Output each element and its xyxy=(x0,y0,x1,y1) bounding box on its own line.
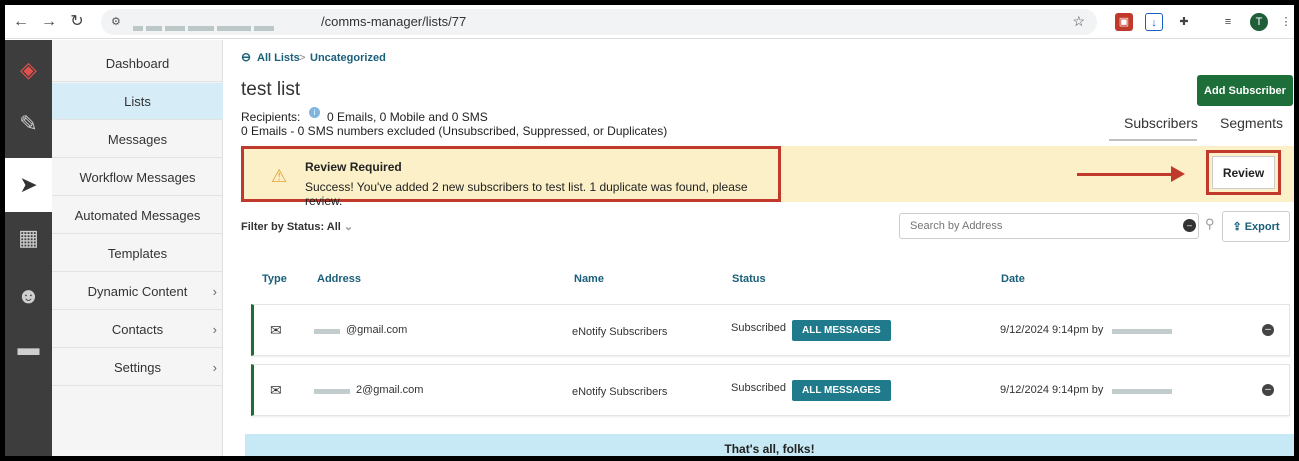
media-icon[interactable]: ≡ xyxy=(1219,13,1237,31)
breadcrumb-separator: > xyxy=(299,52,306,64)
feather-icon[interactable]: ✎ xyxy=(5,104,52,144)
highlight-box: ⚠ Review Required Success! You've added … xyxy=(241,146,781,208)
column-header-date[interactable]: Date xyxy=(1001,273,1025,285)
people-icon[interactable]: ☻ xyxy=(5,276,52,316)
sidebar-item-dashboard[interactable]: Dashboard xyxy=(52,45,223,82)
alert-message: Success! You've added 2 new subscribers … xyxy=(305,180,748,208)
annotation-arrow xyxy=(1077,173,1177,176)
end-of-list-message: That's all, folks! xyxy=(245,434,1294,456)
column-header-status[interactable]: Status xyxy=(732,273,766,285)
table-row[interactable]: ✉ 2@gmail.com eNotify Subscribers Subscr… xyxy=(251,364,1290,416)
recipients-label: Recipients: xyxy=(241,110,301,124)
recipients-value: 0 Emails, 0 Mobile and 0 SMS xyxy=(327,110,488,124)
export-button[interactable]: ⇪ Export xyxy=(1222,211,1290,242)
active-tab-indicator xyxy=(1109,139,1197,141)
screen: ← → ↻ ⚙ /comms-manager/lists/77 ☆ ▣ ↓ ✚ … xyxy=(5,5,1294,456)
sidebar-item-workflow-messages[interactable]: Workflow Messages xyxy=(52,159,223,196)
logo-icon[interactable]: ◈ xyxy=(5,50,52,90)
chevron-right-icon: › xyxy=(212,284,217,299)
subscriber-date: 9/12/2024 9:14pm by xyxy=(1000,384,1104,396)
sidebar-item-contacts[interactable]: Contacts › xyxy=(52,311,223,348)
reload-icon[interactable]: ↻ xyxy=(67,12,87,32)
table-row[interactable]: ✉ @gmail.com eNotify Subscribers Subscri… xyxy=(251,304,1290,356)
add-subscriber-button[interactable]: Add Subscriber xyxy=(1197,75,1293,106)
star-icon[interactable]: ☆ xyxy=(1072,13,1085,30)
review-highlight: Review xyxy=(1206,150,1281,195)
breadcrumb-current[interactable]: Uncategorized xyxy=(310,52,386,64)
subscriber-date: 9/12/2024 9:14pm by xyxy=(1000,324,1104,336)
annotation-arrowhead xyxy=(1171,166,1185,182)
remove-icon[interactable]: – xyxy=(1262,324,1274,336)
review-button[interactable]: Review xyxy=(1212,156,1275,189)
puzzle-icon[interactable]: ✚ xyxy=(1175,13,1193,31)
tab-segments[interactable]: Segments xyxy=(1220,115,1283,131)
subscriber-address: @gmail.com xyxy=(346,324,408,336)
sidebar-item-dynamic-content[interactable]: Dynamic Content › xyxy=(52,273,223,310)
chevron-right-icon: › xyxy=(212,322,217,337)
column-header-type[interactable]: Type xyxy=(262,273,287,285)
subscriber-status: Subscribed xyxy=(731,322,787,334)
alert-title: Review Required xyxy=(305,160,402,174)
subscriber-name: eNotify Subscribers xyxy=(572,386,668,398)
envelope-icon: ✉ xyxy=(270,322,282,338)
menu-icon[interactable]: ⋮ xyxy=(1277,13,1294,31)
export-icon: ⇪ xyxy=(1232,221,1242,233)
subscriber-status: Subscribed xyxy=(731,382,787,394)
search-input[interactable] xyxy=(899,213,1199,239)
subscription-badge[interactable]: ALL MESSAGES xyxy=(792,320,891,341)
address-bar[interactable]: ⚙ /comms-manager/lists/77 ☆ xyxy=(101,9,1097,35)
back-icon[interactable]: ← xyxy=(11,12,31,32)
page-title: test list xyxy=(241,79,301,100)
envelope-icon: ✉ xyxy=(270,382,282,398)
site-info-icon[interactable]: ⚙ xyxy=(111,15,121,28)
paper-plane-icon[interactable]: ➤ xyxy=(5,158,52,212)
breadcrumb-all-lists[interactable]: All Lists xyxy=(257,52,300,64)
search-icon[interactable]: ⚲ xyxy=(1205,216,1215,232)
back-circle-icon[interactable]: ⊖ xyxy=(241,50,251,64)
download-extension-icon[interactable]: ↓ xyxy=(1145,13,1163,31)
chevron-right-icon: › xyxy=(212,360,217,375)
status-filter[interactable]: Filter by Status: All ⌄ xyxy=(241,220,353,233)
remove-icon[interactable]: – xyxy=(1262,384,1274,396)
excluded-summary: 0 Emails - 0 SMS numbers excluded (Unsub… xyxy=(241,124,668,138)
info-icon[interactable]: i xyxy=(309,107,320,118)
warning-icon: ⚠ xyxy=(271,166,288,186)
extension-icon[interactable]: ▣ xyxy=(1115,13,1133,31)
browser-toolbar: ← → ↻ ⚙ /comms-manager/lists/77 ☆ ▣ ↓ ✚ … xyxy=(5,5,1294,39)
sidebar-item-automated-messages[interactable]: Automated Messages xyxy=(52,197,223,234)
sidebar-item-messages[interactable]: Messages xyxy=(52,121,223,158)
clear-search-icon[interactable]: – xyxy=(1183,219,1196,232)
sidebar: Dashboard Lists Messages Workflow Messag… xyxy=(52,40,223,456)
sidebar-item-templates[interactable]: Templates xyxy=(52,235,223,272)
review-alert: ⚠ Review Required Success! You've added … xyxy=(241,146,1294,208)
dashboard-grid-icon[interactable]: ▦ xyxy=(5,218,52,258)
sidebar-item-settings[interactable]: Settings › xyxy=(52,349,223,386)
chevron-down-icon: ⌄ xyxy=(343,221,354,233)
forward-icon[interactable]: → xyxy=(39,12,59,32)
sidebar-item-lists[interactable]: Lists xyxy=(52,83,223,120)
tab-subscribers[interactable]: Subscribers xyxy=(1124,115,1198,131)
column-header-name[interactable]: Name xyxy=(574,273,604,285)
column-header-address[interactable]: Address xyxy=(317,273,361,285)
subscription-badge[interactable]: ALL MESSAGES xyxy=(792,380,891,401)
main-content: ⊖ All Lists > Uncategorized test list Re… xyxy=(223,40,1294,456)
profile-avatar[interactable]: T xyxy=(1250,13,1268,31)
url-text: /comms-manager/lists/77 xyxy=(321,14,467,29)
subscriber-address: 2@gmail.com xyxy=(356,384,424,396)
subscriber-name: eNotify Subscribers xyxy=(572,326,668,338)
icon-rail: ◈ ✎ ➤ ▦ ☻ ▬ xyxy=(5,40,52,456)
folder-icon[interactable]: ▬ xyxy=(5,328,52,368)
